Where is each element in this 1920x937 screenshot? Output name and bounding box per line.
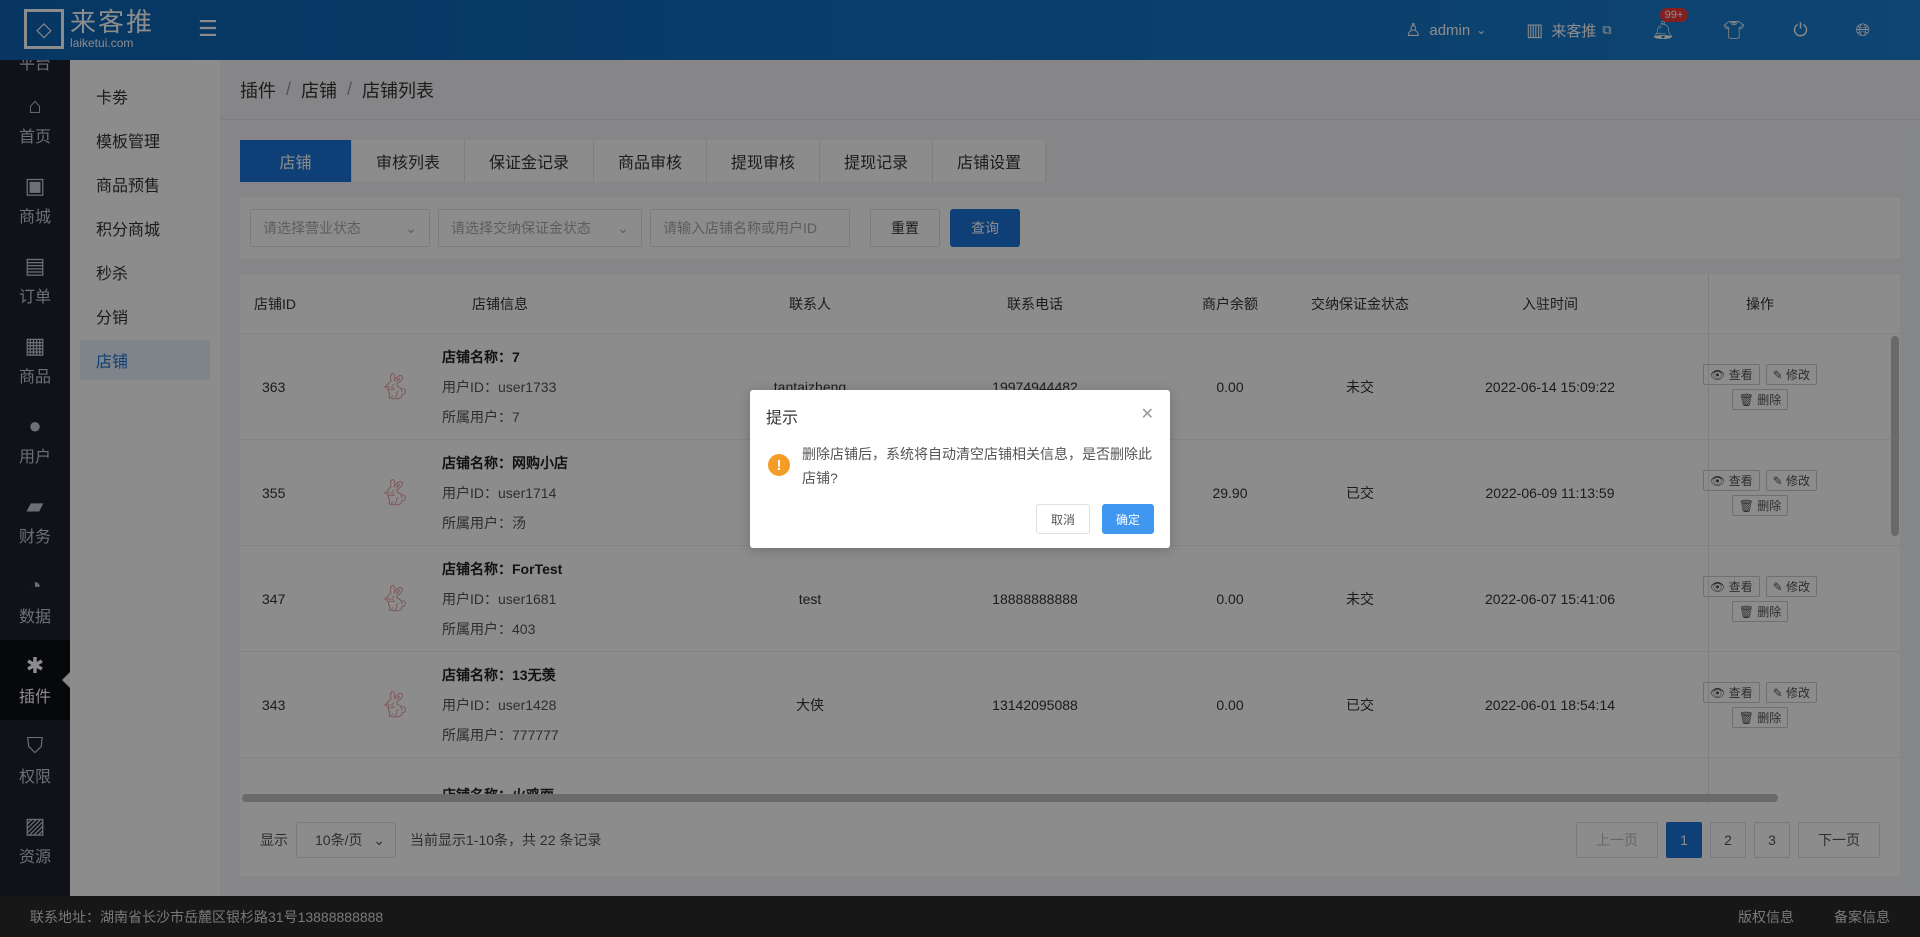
confirm-button[interactable]: 确定 xyxy=(1101,504,1154,534)
cancel-button[interactable]: 取消 xyxy=(1035,504,1090,534)
warning-icon: ! xyxy=(768,454,790,476)
dialog-message: 删除店铺后，系统将自动清空店铺相关信息，是否删除此店铺? xyxy=(802,446,1152,486)
close-icon[interactable]: ✕ xyxy=(1141,404,1154,424)
confirm-dialog: 提示 ✕ ! 删除店铺后，系统将自动清空店铺相关信息，是否删除此店铺? 取消 确… xyxy=(750,390,1170,548)
dialog-title: 提示 xyxy=(766,410,799,427)
